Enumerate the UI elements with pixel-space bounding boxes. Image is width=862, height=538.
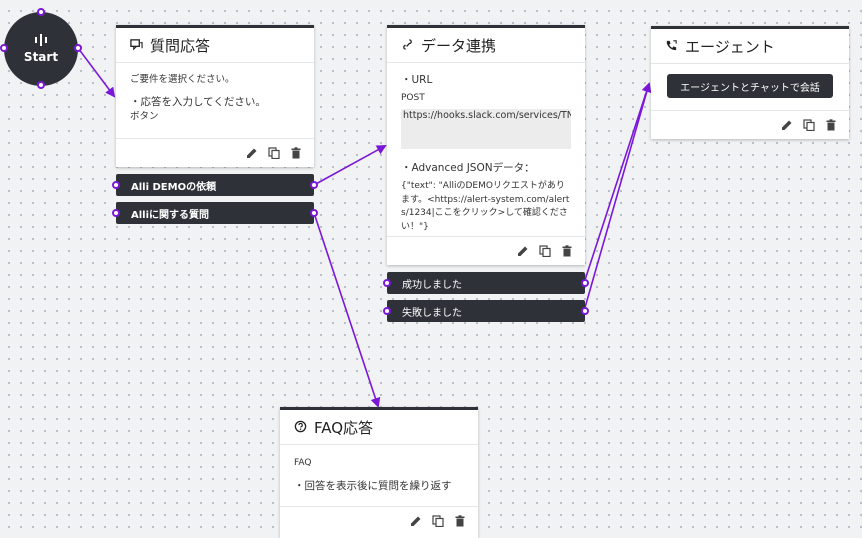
http-method: POST <box>401 93 425 104</box>
agent-card-title: エージェント <box>685 37 775 56</box>
copy-icon[interactable] <box>432 515 444 527</box>
start-port-left[interactable] <box>0 44 8 52</box>
data-card[interactable]: データ連携 ・URL POST https://hooks.slack.com/… <box>387 25 585 265</box>
qa-card-footer <box>116 138 314 167</box>
connector-fail-to-agent <box>583 83 650 312</box>
qa-card[interactable]: 質問応答 ご要件を選択ください。 ・応答を入力してください。 ボタン <box>116 25 314 167</box>
qa-bullet: ・応答を入力してください。 <box>130 95 266 108</box>
faq-bullet: ・回答を表示後に質問を繰り返す <box>294 480 452 493</box>
data-card-footer <box>387 236 585 265</box>
branch-label: 成功しました <box>402 279 462 291</box>
data-card-title: データ連携 <box>421 36 497 55</box>
data-branch-success-out-port[interactable] <box>581 279 589 287</box>
faq-label: FAQ <box>294 458 312 468</box>
delete-icon[interactable] <box>825 119 837 131</box>
delete-icon[interactable] <box>561 245 573 257</box>
qa-branch-demo-in-port[interactable] <box>112 181 120 189</box>
faq-card-footer <box>280 506 478 535</box>
chat-icon <box>130 38 144 52</box>
faq-card-header: FAQ応答 <box>280 410 478 445</box>
connector-demo-to-data <box>313 145 387 186</box>
delete-icon[interactable] <box>454 515 466 527</box>
help-circle-icon <box>294 420 308 434</box>
data-card-header: データ連携 <box>387 28 585 63</box>
agent-card[interactable]: エージェント エージェントとチャットで会話 <box>651 26 849 139</box>
branch-label: Alliに関する質問 <box>131 209 210 221</box>
copy-icon[interactable] <box>268 147 280 159</box>
phone-icon <box>665 39 679 53</box>
qa-prompt: ご要件を選択ください。 <box>130 74 235 85</box>
qa-branch-question-in-port[interactable] <box>112 209 120 217</box>
start-port-bottom[interactable] <box>37 81 45 89</box>
data-branch-success-in-port[interactable] <box>383 279 391 287</box>
data-branch-fail[interactable]: 失敗しました <box>387 300 585 322</box>
waveform-icon <box>34 34 48 46</box>
faq-card[interactable]: FAQ応答 FAQ ・回答を表示後に質問を繰り返す <box>280 407 478 538</box>
faq-card-body: FAQ ・回答を表示後に質問を繰り返す <box>280 445 478 504</box>
qa-button-text: ボタン <box>130 110 159 122</box>
data-branch-fail-out-port[interactable] <box>581 307 589 315</box>
url-value: https://hooks.slack.com/services/TN <box>403 110 571 122</box>
agent-chat-button[interactable]: エージェントとチャットで会話 <box>667 74 833 98</box>
connector-success-to-agent <box>583 82 652 284</box>
agent-card-footer <box>651 110 849 139</box>
json-body: {"text": "AlliのDEMOリクエストがあります。<https://a… <box>401 181 570 232</box>
connector-question-to-faq <box>313 212 381 408</box>
edit-icon[interactable] <box>517 245 529 257</box>
branch-label: Alli DEMOの依頼 <box>131 181 217 193</box>
data-card-body: ・URL POST https://hooks.slack.com/servic… <box>387 63 585 244</box>
edit-icon[interactable] <box>410 515 422 527</box>
delete-icon[interactable] <box>290 147 302 159</box>
qa-branch-demo[interactable]: Alli DEMOの依頼 <box>116 174 314 196</box>
start-node[interactable]: Start <box>4 12 78 86</box>
agent-card-header: エージェント <box>651 29 849 64</box>
faq-card-title: FAQ応答 <box>314 418 374 437</box>
edit-icon[interactable] <box>781 119 793 131</box>
url-heading: ・URL <box>401 74 433 86</box>
qa-branch-question[interactable]: Alliに関する質問 <box>116 202 314 224</box>
qa-branch-demo-out-port[interactable] <box>310 181 318 189</box>
qa-card-title: 質問応答 <box>150 36 211 55</box>
copy-icon[interactable] <box>803 119 815 131</box>
qa-branch-question-out-port[interactable] <box>310 209 318 217</box>
qa-card-header: 質問応答 <box>116 28 314 63</box>
copy-icon[interactable] <box>539 245 551 257</box>
connector-start-to-qa <box>77 47 116 98</box>
qa-card-body: ご要件を選択ください。 ・応答を入力してください。 ボタン <box>116 63 314 134</box>
link-icon <box>401 38 415 52</box>
json-heading: ・Advanced JSONデータ： <box>401 162 535 175</box>
start-port-top[interactable] <box>37 8 45 16</box>
start-label: Start <box>23 50 59 64</box>
branch-label: 失敗しました <box>402 307 462 319</box>
flow-canvas[interactable]: Start 質問応答 ご要件を選択ください。 ・応答を入力してください。 ボタン… <box>0 0 862 538</box>
url-field[interactable]: https://hooks.slack.com/services/TN <box>401 109 571 150</box>
data-branch-fail-in-port[interactable] <box>383 307 391 315</box>
start-port-right[interactable] <box>74 44 82 52</box>
data-branch-success[interactable]: 成功しました <box>387 272 585 294</box>
edit-icon[interactable] <box>246 147 258 159</box>
